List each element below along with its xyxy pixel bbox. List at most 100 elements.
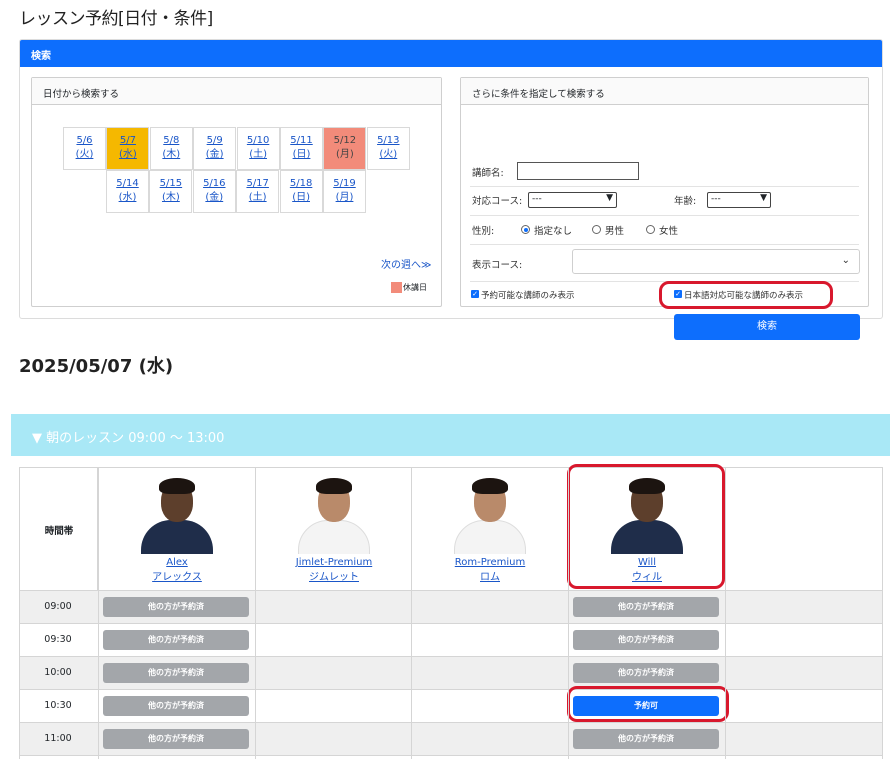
table-row: 10:30 他の方が予約済 予約可 bbox=[19, 690, 883, 723]
teacher-name-link[interactable]: Rom-Premium bbox=[412, 555, 568, 570]
gender-radio-0[interactable] bbox=[521, 225, 530, 234]
calendar-date-5-13[interactable]: 5/13 (火) bbox=[366, 127, 410, 170]
teacher-name-link[interactable]: Jimlet-Premium bbox=[256, 555, 412, 570]
column-divider bbox=[568, 467, 569, 759]
time-header-cell: 時間帯 bbox=[19, 467, 98, 591]
calendar-day-label: (金) bbox=[205, 192, 224, 203]
chevron-down-icon: ▼ bbox=[760, 193, 767, 203]
condition-search-title: さらに条件を指定して検索する bbox=[461, 78, 868, 105]
calendar-date-5-10[interactable]: 5/10 (土) bbox=[236, 127, 280, 170]
search-button[interactable]: 検索 bbox=[674, 314, 860, 340]
calendar-date-label: 5/16 bbox=[203, 178, 226, 189]
calendar-date-5-11[interactable]: 5/11 (日) bbox=[280, 127, 323, 170]
calendar-date-5-6[interactable]: 5/6 (火) bbox=[63, 127, 106, 170]
booked-slot-button[interactable]: 他の方が予約済 bbox=[103, 663, 249, 683]
slot-time: 10:00 bbox=[44, 667, 72, 678]
teacher-name-link[interactable]: Will bbox=[569, 555, 725, 570]
booked-slot-button[interactable]: 他の方が予約済 bbox=[573, 597, 719, 617]
teacher-kana-link[interactable]: アレックス bbox=[99, 570, 255, 585]
column-divider bbox=[882, 467, 883, 759]
only-available-label: 予約可能な講師のみ表示 bbox=[481, 291, 575, 301]
chevron-down-icon: ▼ bbox=[606, 193, 613, 203]
session-banner[interactable]: ▼ 朝のレッスン 09:00 ～ 13:00 bbox=[11, 414, 890, 456]
table-row: 10:00 他の方が予約済 他の方が予約済 bbox=[19, 657, 883, 690]
calendar-date-5-8[interactable]: 5/8 (木) bbox=[149, 127, 193, 170]
gender-label: 性別: bbox=[472, 226, 495, 237]
calendar-date-5-9[interactable]: 5/9 (金) bbox=[193, 127, 237, 170]
calendar-date-label: 5/19 bbox=[333, 178, 356, 189]
course-select[interactable]: --- ▼ bbox=[528, 192, 617, 208]
calendar-date-label: 5/17 bbox=[246, 178, 269, 189]
calendar-day-label: (水) bbox=[118, 149, 137, 160]
search-card: 検索 日付から検索する 5/6 (火) 5/7 (水) 5/8 (木) 5/9 (金) 5/10… bbox=[19, 39, 883, 340]
empty-header-cell bbox=[725, 467, 883, 591]
teacher-name-input[interactable] bbox=[517, 162, 639, 180]
reserve-button[interactable]: 予約可 bbox=[573, 696, 719, 716]
age-select-value: --- bbox=[711, 194, 721, 204]
calendar-day-label: (土) bbox=[249, 149, 267, 160]
column-divider bbox=[411, 467, 412, 759]
calendar-date-label: 5/10 bbox=[246, 135, 270, 146]
calendar-date-label: 5/13 bbox=[377, 135, 400, 146]
teacher-name-label: 講師名: bbox=[472, 168, 504, 179]
calendar-date-5-17[interactable]: 5/17 (土) bbox=[236, 170, 280, 213]
calendar-date-5-16[interactable]: 5/16 (金) bbox=[192, 170, 236, 213]
calendar-date-label: 5/7 bbox=[119, 135, 136, 146]
chevron-down-icon: ⌄ bbox=[841, 255, 850, 266]
age-select[interactable]: --- ▼ bbox=[707, 192, 771, 208]
teacher-photo[interactable] bbox=[137, 476, 217, 554]
teacher-name-link[interactable]: Alex bbox=[99, 555, 255, 570]
date-search-panel: 日付から検索する 5/6 (火) 5/7 (水) 5/8 (木) 5/9 (金) 5/10 (土)… bbox=[31, 77, 442, 307]
calendar-date-5-18[interactable]: 5/18 (日) bbox=[279, 170, 323, 213]
slot-time: 09:00 bbox=[44, 601, 72, 612]
teacher-photo[interactable] bbox=[294, 476, 374, 554]
booked-slot-button[interactable]: 他の方が予約済 bbox=[573, 630, 719, 650]
calendar-day-label: (火) bbox=[75, 149, 94, 160]
column-divider bbox=[98, 467, 99, 759]
next-week-link[interactable]: 次の週へ≫ bbox=[381, 256, 431, 271]
calendar-date-5-19[interactable]: 5/19 (月) bbox=[323, 170, 366, 213]
gender-radio-1[interactable] bbox=[592, 225, 601, 234]
calendar-day-label: (月) bbox=[335, 192, 354, 203]
calendar-day-label: (木) bbox=[162, 149, 181, 160]
calendar-day-label: (金) bbox=[205, 149, 224, 160]
calendar-day-label: (日) bbox=[292, 149, 311, 160]
teacher-header-cell: Will ウィル bbox=[568, 467, 726, 591]
booked-slot-button[interactable]: 他の方が予約済 bbox=[573, 729, 719, 749]
teacher-kana-link[interactable]: ジムレット bbox=[256, 570, 412, 585]
booked-slot-button[interactable]: 他の方が予約済 bbox=[103, 696, 249, 716]
calendar-date-5-14[interactable]: 5/14 (水) bbox=[106, 170, 149, 213]
course-label: 対応コース: bbox=[472, 196, 523, 207]
schedule-table: 時間帯 Alex アレックス Jimlet-Premium ジムレット Rom-Prem… bbox=[19, 464, 883, 759]
booked-slot-button[interactable]: 他の方が予約済 bbox=[103, 630, 249, 650]
only-japanese-checkbox[interactable]: ✓ bbox=[674, 290, 682, 298]
display-course-select[interactable]: ⌄ bbox=[572, 249, 860, 274]
slot-time: 10:30 bbox=[44, 700, 72, 711]
calendar-day-label: (火) bbox=[379, 149, 398, 160]
date-heading: 2025/05/07 (水) bbox=[19, 356, 174, 377]
age-label: 年齢: bbox=[674, 196, 697, 207]
time-column-header: 時間帯 bbox=[44, 526, 74, 537]
calendar-date-label: 5/8 bbox=[163, 135, 180, 146]
booked-slot-button[interactable]: 他の方が予約済 bbox=[573, 663, 719, 683]
booked-slot-button[interactable]: 他の方が予約済 bbox=[103, 597, 249, 617]
teacher-kana-link[interactable]: ロム bbox=[412, 570, 568, 585]
holiday-legend-label: 休講日 bbox=[403, 283, 427, 292]
holiday-legend-swatch bbox=[391, 282, 402, 293]
booked-slot-button[interactable]: 他の方が予約済 bbox=[103, 729, 249, 749]
calendar-date-5-12[interactable]: 5/12 (月) bbox=[323, 127, 367, 170]
calendar-date-label: 5/14 bbox=[116, 178, 139, 189]
gender-radio-2[interactable] bbox=[646, 225, 655, 234]
slot-time: 11:00 bbox=[44, 733, 72, 744]
column-divider bbox=[255, 467, 256, 759]
only-available-checkbox[interactable]: ✓ bbox=[471, 290, 479, 298]
calendar-day-label: (日) bbox=[292, 192, 310, 203]
calendar-date-5-15[interactable]: 5/15 (木) bbox=[149, 170, 193, 213]
calendar-date-label: 5/15 bbox=[159, 178, 183, 189]
teacher-photo[interactable] bbox=[450, 476, 530, 554]
teacher-header-cell: Rom-Premium ロム bbox=[411, 467, 569, 591]
teacher-kana-link[interactable]: ウィル bbox=[569, 570, 725, 585]
teacher-photo[interactable] bbox=[607, 476, 687, 554]
calendar-date-5-7[interactable]: 5/7 (水) bbox=[106, 127, 150, 170]
column-divider bbox=[725, 467, 726, 759]
